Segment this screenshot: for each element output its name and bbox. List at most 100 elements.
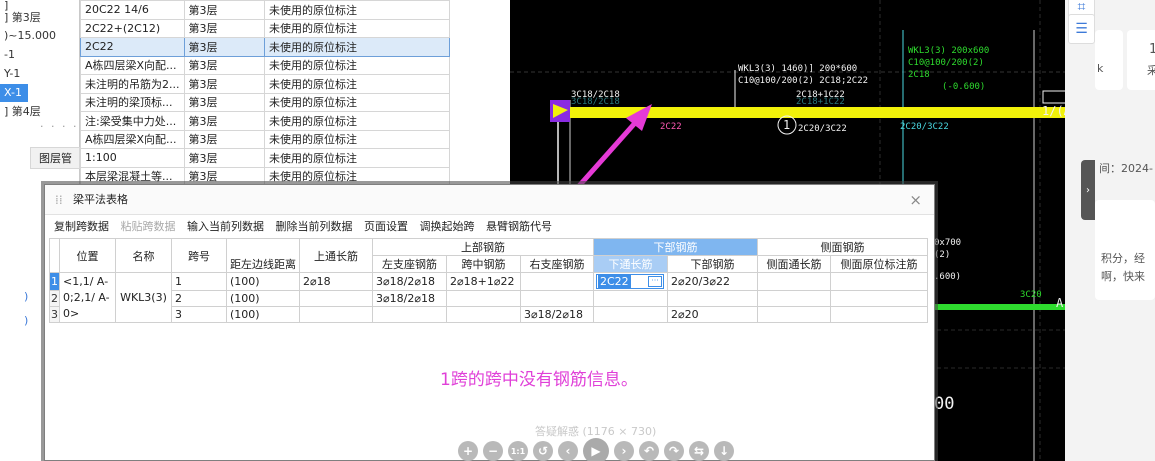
issue-text-cell[interactable]: 本层梁混凝土等... [80, 166, 185, 186]
actual-size-icon[interactable]: 1:1 [508, 441, 528, 461]
side-inplace-cell[interactable] [830, 272, 928, 291]
bottom-through-cell[interactable] [593, 290, 668, 307]
tree-item-y1[interactable]: Y-1 [0, 65, 20, 83]
issue-row[interactable]: 未注明的吊筋为2... 第3层 未使用的原位标注 [80, 74, 450, 94]
more-options-button[interactable]: ··· [648, 276, 662, 287]
tree-item-x1[interactable]: X-1 [0, 84, 28, 102]
row-number[interactable]: 3 [49, 306, 60, 323]
span-cell[interactable]: 2 [171, 290, 227, 307]
right-seat-cell[interactable] [520, 290, 594, 307]
side-through-cell[interactable] [757, 290, 831, 307]
issue-type-cell[interactable]: 未使用的原位标注 [264, 92, 450, 112]
issue-type-cell[interactable]: 未使用的原位标注 [264, 18, 450, 38]
input-value[interactable]: 2C22 [598, 275, 631, 288]
left-seat-cell[interactable]: 3⌀18/2⌀18 [372, 290, 447, 307]
close-icon[interactable]: × [909, 185, 922, 215]
bottom-through-cell[interactable] [593, 306, 668, 323]
cantilever-code-button[interactable]: 悬臂钢筋代号 [486, 216, 552, 238]
rotate-right-icon[interactable]: ↷ [664, 441, 684, 461]
mid-span-cell[interactable]: 2⌀18+1⌀22 [446, 272, 521, 291]
next-icon[interactable]: › [614, 441, 634, 461]
side-inplace-cell[interactable] [830, 306, 928, 323]
tree-item[interactable]: -1 [0, 46, 15, 64]
issue-floor-cell[interactable]: 第3层 [183, 74, 266, 94]
tree-item-floor3[interactable]: ] 第3层 [0, 9, 41, 27]
collapse-panel-button[interactable]: › [1081, 160, 1095, 220]
issue-row[interactable]: 未注明的梁顶标... 第3层 未使用的原位标注 [80, 92, 450, 112]
issue-row[interactable]: A栋四层梁X向配... 第3层 未使用的原位标注 [80, 129, 450, 149]
side-through-cell[interactable] [757, 272, 831, 291]
side-inplace-cell[interactable] [830, 290, 928, 307]
issue-floor-cell[interactable]: 第3层 [183, 55, 266, 75]
issue-row[interactable]: 本层梁混凝土等... 第3层 未使用的原位标注 [80, 166, 450, 186]
dist-cell[interactable]: (100) [226, 290, 300, 307]
issue-floor-cell[interactable]: 第3层 [183, 111, 266, 131]
input-column-button[interactable]: 输入当前列数据 [187, 216, 264, 238]
issue-text-cell[interactable]: 20C22 14/6 [80, 0, 185, 20]
bottom-through-input[interactable]: 2C22 ··· [596, 274, 664, 289]
prev-icon[interactable]: ‹ [558, 441, 578, 461]
issue-text-cell[interactable]: 1:100 [80, 148, 185, 168]
left-seat-cell[interactable]: 3⌀18/2⌀18 [372, 272, 447, 291]
bottom-bar-cell[interactable] [667, 290, 758, 307]
span-cell[interactable]: 1 [171, 272, 227, 291]
left-seat-cell[interactable] [372, 306, 447, 323]
issue-floor-cell[interactable]: 第3层 [183, 0, 266, 20]
issue-type-cell[interactable]: 未使用的原位标注 [264, 0, 450, 20]
issue-floor-cell[interactable]: 第3层 [183, 148, 266, 168]
bottom-bar-cell[interactable]: 2⌀20/3⌀22 [667, 272, 758, 291]
right-seat-cell[interactable] [520, 272, 594, 291]
dist-cell[interactable]: (100) [226, 306, 300, 323]
top-through-cell[interactable] [299, 306, 373, 323]
row-number[interactable]: 1 [49, 272, 60, 291]
issue-row[interactable]: A栋四层梁X向配... 第3层 未使用的原位标注 [80, 55, 450, 75]
paste-span-button[interactable]: 粘贴跨数据 [121, 216, 176, 238]
name-cell[interactable]: WKL3(3) [115, 272, 172, 323]
tree-item-floor4[interactable]: ] 第4层 [0, 103, 41, 121]
issue-floor-cell[interactable]: 第3层 [183, 37, 266, 57]
zoom-out-icon[interactable]: − [483, 441, 503, 461]
mid-span-cell[interactable] [446, 290, 521, 307]
issue-text-cell[interactable]: A栋四层梁X向配... [80, 129, 185, 149]
bottom-through-cell-editing[interactable]: 2C22 ··· [593, 272, 668, 291]
right-seat-cell[interactable]: 3⌀18/2⌀18 [520, 306, 594, 323]
issue-text-cell[interactable]: 2C22+(2C12) [80, 18, 185, 38]
top-through-cell[interactable]: 2⌀18 [299, 272, 373, 291]
span-cell[interactable]: 3 [171, 306, 227, 323]
drag-handle-icon[interactable]: ⁞⁞ [55, 185, 63, 215]
zoom-in-icon[interactable]: + [458, 441, 478, 461]
rotate-left-icon[interactable]: ↶ [639, 441, 659, 461]
issue-type-cell[interactable]: 未使用的原位标注 [264, 74, 450, 94]
position-cell[interactable]: <1,1/ A-0;2,1/ A-0> [59, 272, 116, 323]
dialog-titlebar[interactable]: ⁞⁞ 梁平法表格 × [45, 185, 934, 215]
mid-span-cell[interactable] [446, 306, 521, 323]
issue-row[interactable]: 2C22 第3层 未使用的原位标注 [80, 37, 450, 57]
issue-type-cell[interactable]: 未使用的原位标注 [264, 129, 450, 149]
issue-type-cell[interactable]: 未使用的原位标注 [264, 148, 450, 168]
page-setup-button[interactable]: 页面设置 [364, 216, 408, 238]
issue-floor-cell[interactable]: 第3层 [183, 92, 266, 112]
issue-row[interactable]: 1:100 第3层 未使用的原位标注 [80, 148, 450, 168]
issue-type-cell[interactable]: 未使用的原位标注 [264, 166, 450, 186]
bottom-bar-cell[interactable]: 2⌀20 [667, 306, 758, 323]
row-number[interactable]: 2 [49, 290, 60, 307]
issue-floor-cell[interactable]: 第3层 [183, 129, 266, 149]
tree-item-elevation[interactable]: )~15.000 [0, 27, 56, 45]
issue-row[interactable]: 2C22+(2C12) 第3层 未使用的原位标注 [80, 18, 450, 38]
flip-icon[interactable]: ⇆ [689, 441, 709, 461]
layer-manager-tab[interactable]: 图层管 [30, 147, 80, 169]
play-icon[interactable]: ▶ [583, 438, 609, 461]
delete-column-button[interactable]: 删除当前列数据 [276, 216, 353, 238]
download-icon[interactable]: ↓ [714, 441, 734, 461]
reset-icon[interactable]: ↺ [533, 441, 553, 461]
issue-text-cell[interactable]: 未注明的吊筋为2... [80, 74, 185, 94]
swap-start-span-button[interactable]: 调换起始跨 [420, 216, 475, 238]
notes-icon[interactable]: ☰ [1068, 14, 1095, 44]
dist-cell[interactable]: (100) [226, 272, 300, 291]
side-through-cell[interactable] [757, 306, 831, 323]
top-through-cell[interactable] [299, 290, 373, 307]
issue-row[interactable]: 注:梁受集中力处... 第3层 未使用的原位标注 [80, 111, 450, 131]
issue-type-cell[interactable]: 未使用的原位标注 [264, 37, 450, 57]
issue-floor-cell[interactable]: 第3层 [183, 166, 266, 186]
copy-span-button[interactable]: 复制跨数据 [54, 216, 109, 238]
